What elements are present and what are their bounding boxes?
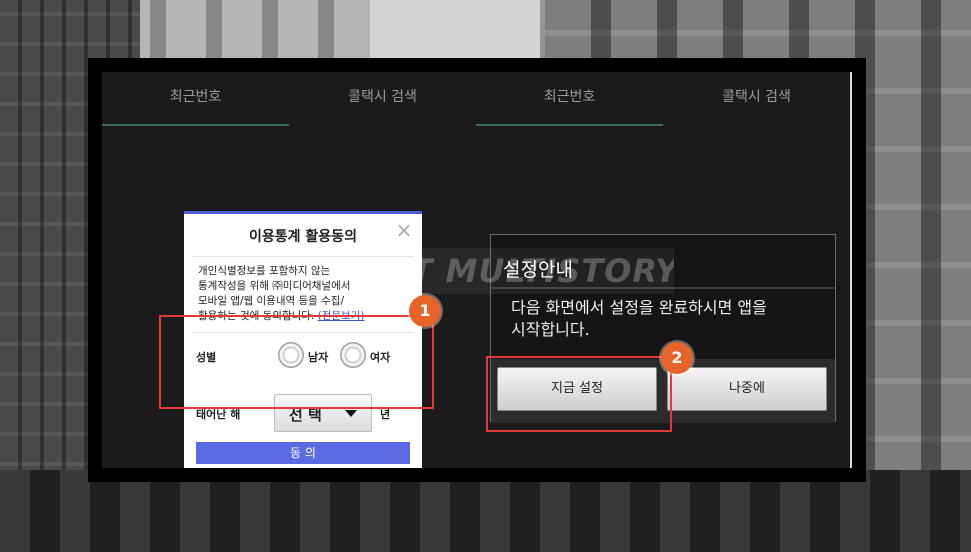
settings-message-line: 다음 화면에서 설정을 완료하시면 앱을 <box>511 298 767 317</box>
close-icon[interactable]: × <box>394 220 414 240</box>
background-street <box>0 470 971 552</box>
settings-dialog-message: 다음 화면에서 설정을 완료하시면 앱을 시작합니다. <box>511 297 819 341</box>
tab-calltaxi-search[interactable]: 콜택시 검색 <box>289 72 476 126</box>
watermark: NET MULTISTORY <box>360 248 674 294</box>
annotation-box-2 <box>486 356 672 432</box>
tab-calltaxi-search[interactable]: 콜택시 검색 <box>663 72 850 126</box>
chevron-down-icon <box>345 410 357 417</box>
annotation-badge-1: 1 <box>409 295 441 327</box>
annotation-box-1 <box>159 315 434 409</box>
annotation-badge-2: 2 <box>661 342 693 374</box>
settings-message-line: 시작합니다. <box>511 320 590 339</box>
tab-recent-numbers[interactable]: 최근번호 <box>102 72 289 126</box>
consent-text-line: 모바일 앱/웹 이용내역 등을 수집/ <box>198 295 345 307</box>
tab-recent-numbers[interactable]: 최근번호 <box>476 72 663 126</box>
tab-bar: 최근번호 콜택시 검색 최근번호 콜택시 검색 <box>102 72 850 128</box>
consent-dialog-title: 이용통계 활용동의 <box>249 229 357 245</box>
later-button[interactable]: 나중에 <box>667 367 827 411</box>
agree-button[interactable]: 동 의 <box>196 442 410 464</box>
